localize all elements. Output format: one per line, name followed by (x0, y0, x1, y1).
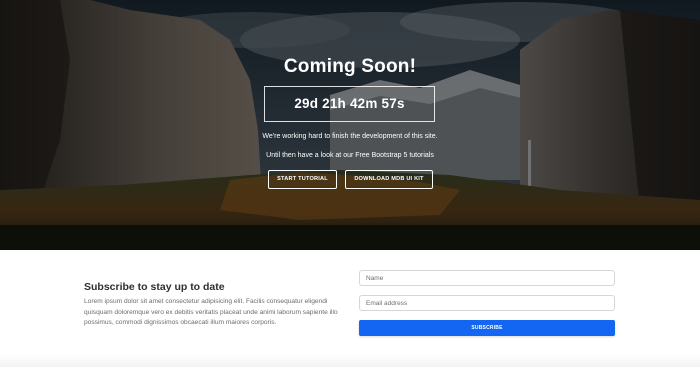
subscribe-button[interactable]: SUBSCRIBE (359, 320, 615, 336)
hero-subtitle: We're working hard to finish the develop… (262, 133, 438, 140)
page-bottom-divider (0, 355, 700, 367)
countdown-timer: 29d 21h 42m 57s (264, 86, 435, 122)
start-tutorial-button[interactable]: START TUTORIAL (268, 170, 337, 189)
hero-section: Coming Soon! 29d 21h 42m 57s We're worki… (0, 0, 700, 250)
subscribe-description: Lorem ipsum dolor sit amet consectetur a… (84, 298, 338, 326)
email-input[interactable] (359, 295, 615, 311)
hero-tutorials-text: Until then have a look at our Free Boots… (266, 152, 434, 159)
download-mdb-ui-kit-button[interactable]: DOWNLOAD MDB UI KIT (345, 170, 433, 189)
name-input[interactable] (359, 270, 615, 286)
subscribe-section: Subscribe to stay up to date Lorem ipsum… (0, 250, 700, 367)
subscribe-title: Subscribe to stay up to date (84, 281, 225, 293)
page-title: Coming Soon! (283, 56, 417, 77)
hero-content: Coming Soon! 29d 21h 42m 57s We're worki… (0, 0, 700, 250)
